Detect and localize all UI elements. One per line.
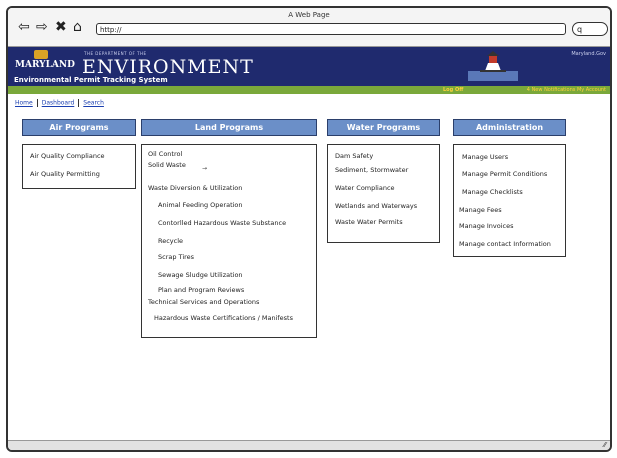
air-programs-header[interactable]: Air Programs [22,119,136,136]
lighthouse-icon [468,51,518,81]
browser-window: A Web Page ⇦ ⇨ ✖ ⌂ http:// q MARYLAND TH… [6,6,612,452]
admin-link[interactable]: Manage Fees [459,206,502,214]
land-program-link[interactable]: Solid Waste [148,161,186,169]
state-name: MARYLAND [15,60,75,70]
land-program-link[interactable]: Plan and Program Reviews [158,286,244,294]
land-program-link[interactable]: Hazardous Waste Certifications / Manifes… [154,314,293,322]
site-link[interactable]: Maryland.Gov [571,51,606,57]
agency-name: ENVIRONMENT [82,56,254,78]
water-programs-panel: Dam Safety Sediment, Stormwater Water Co… [327,144,440,243]
water-program-link[interactable]: Waste Water Permits [335,218,403,226]
water-program-link[interactable]: Wetlands and Waterways [335,202,417,210]
home-icon[interactable]: ⌂ [73,20,82,34]
land-program-link[interactable]: Scrap Tires [158,253,194,261]
account-links[interactable]: 4 New Notifications My Account [527,86,606,94]
administration-header[interactable]: Administration [453,119,566,136]
land-programs-header[interactable]: Land Programs [141,119,317,136]
search-field[interactable]: q [572,22,608,36]
air-program-link[interactable]: Air Quality Compliance [30,152,105,160]
water-program-link[interactable]: Sediment, Stormwater [335,166,408,174]
address-bar[interactable]: http:// [96,23,566,35]
back-icon[interactable]: ⇦ [18,20,30,34]
land-program-link[interactable]: Contorlled Hazardous Waste Substance [158,219,286,227]
water-programs-header[interactable]: Water Programs [327,119,440,136]
dashboard-link[interactable]: Dashboard [42,100,75,107]
land-program-link[interactable]: Technical Services and Operations [148,298,259,306]
water-program-link[interactable]: Dam Safety [335,152,373,160]
user-bar: Log Off 4 New Notifications My Account [8,86,610,94]
land-programs-panel: Oil Control Solid Waste → Waste Diversio… [141,144,317,338]
forward-icon[interactable]: ⇨ [36,20,48,34]
close-icon[interactable]: ✖ [55,20,67,34]
air-programs-panel: Air Quality Compliance Air Quality Permi… [22,144,136,189]
land-program-link[interactable]: Animal Feeding Operation [158,201,243,209]
system-name: Environmental Permit Tracking System [14,76,168,84]
admin-link[interactable]: Manage Invoices [459,222,514,230]
land-program-link[interactable]: Recycle [158,237,183,245]
browser-toolbar: A Web Page ⇦ ⇨ ✖ ⌂ http:// q [8,8,610,47]
maryland-flag-icon [34,50,48,59]
window-title: A Web Page [288,11,330,19]
air-program-link[interactable]: Air Quality Permitting [30,170,100,178]
admin-link[interactable]: Manage Checklists [462,188,523,196]
water-program-link[interactable]: Water Compliance [335,184,395,192]
land-program-link[interactable]: Waste Diversion & Utilization [148,184,242,192]
land-program-link[interactable]: Oil Control [148,150,182,158]
agency-banner: MARYLAND THE DEPARTMENT OF THE ENVIRONME… [8,47,610,86]
admin-link[interactable]: Manage Users [462,153,508,161]
breadcrumb: Home Dashboard Search [15,99,104,108]
administration-panel: Manage Users Manage Permit Conditions Ma… [453,144,566,257]
arrow-icon: → [202,165,208,172]
resize-grip-icon[interactable]: ⁄⁄ [604,441,606,450]
admin-link[interactable]: Manage contact Information [459,240,551,248]
search-link[interactable]: Search [83,100,104,107]
land-program-link[interactable]: Sewage Sludge Utilization [158,271,243,279]
status-bar: ⁄⁄ [8,440,610,450]
home-link[interactable]: Home [15,100,33,107]
log-off-link[interactable]: Log Off [443,86,463,94]
admin-link[interactable]: Manage Permit Conditions [462,170,547,178]
